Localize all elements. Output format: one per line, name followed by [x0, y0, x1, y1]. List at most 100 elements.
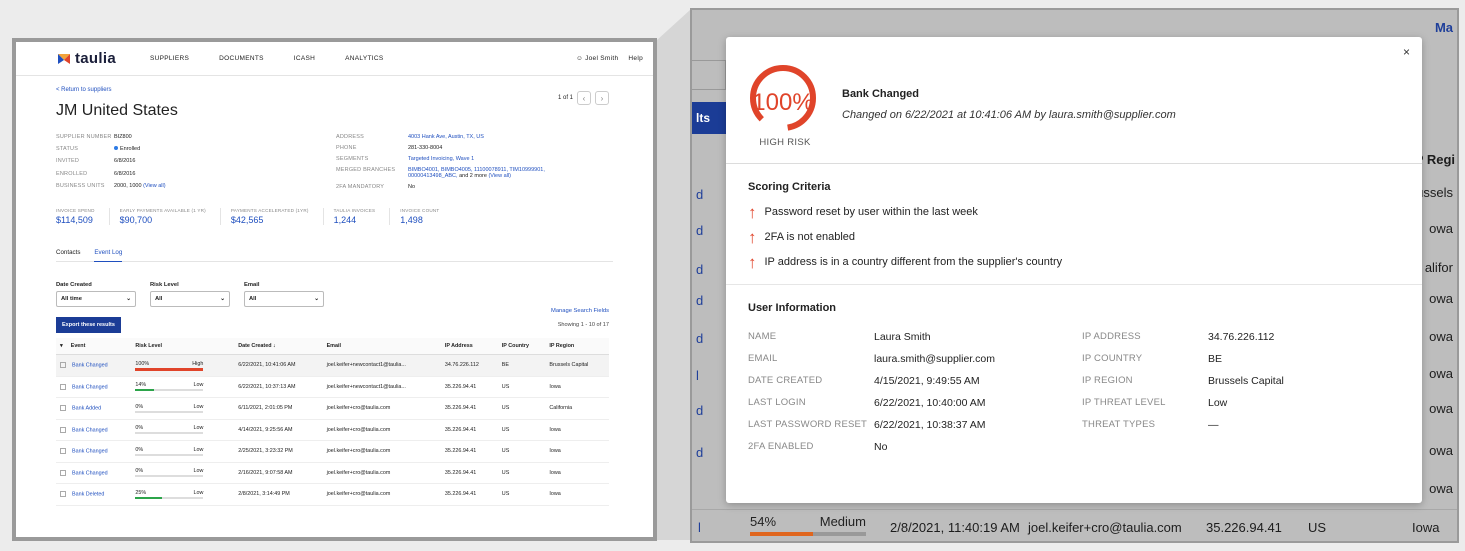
bg-event-link[interactable]: d	[696, 445, 703, 460]
prev-page-button[interactable]: ‹	[577, 91, 591, 105]
risk-score: 100%	[752, 89, 814, 116]
row-checkbox[interactable]	[60, 362, 66, 369]
col-email[interactable]: Email	[322, 338, 441, 355]
nav-suppliers[interactable]: SUPPLIERS	[150, 55, 189, 62]
tab-contacts[interactable]: Contacts	[56, 249, 80, 256]
event-link[interactable]: Bank Changed	[72, 427, 108, 433]
export-results-button[interactable]: Export these results	[56, 317, 121, 333]
table-row[interactable]: Bank Changed 14% Low 6/22/2021, 10:37:13 AM…	[56, 376, 609, 398]
taulia-logo[interactable]: taulia	[56, 50, 116, 67]
bg-select[interactable]	[692, 60, 726, 90]
user-info-value: Laura Smith	[874, 331, 931, 343]
table-row[interactable]: Bank Added 0% Low 6/11/2021, 2:01:05 PM joel…	[56, 397, 609, 420]
event-link[interactable]: Bank Changed	[72, 470, 108, 476]
stat-payments-accelerated: PAYMENTS ACCELERATED (1YR) $42,565	[231, 208, 324, 225]
email-select[interactable]: All ⌄	[244, 291, 324, 307]
row-checkbox[interactable]	[60, 405, 66, 412]
risk-level-select[interactable]: All ⌄	[150, 291, 230, 307]
row-checkbox[interactable]	[60, 448, 66, 455]
view-all-branches-link[interactable]: (View all)	[488, 173, 511, 179]
stat-value: $114,509	[56, 215, 93, 225]
user-info-label: THREAT TYPES	[1082, 419, 1156, 430]
event-link[interactable]: Bank Changed	[72, 384, 108, 390]
bg-event-link[interactable]: l	[698, 520, 701, 535]
supplier-page-screenshot: taulia SUPPLIERS DOCUMENTS ICASH ANALYTI…	[12, 38, 657, 541]
table-row[interactable]: Bank Changed 100% High 6/22/2021, 10:41:06 …	[56, 354, 609, 377]
stat-label: EARLY PAYMENTS AVAILABLE (1 YR)	[119, 208, 206, 213]
event-link[interactable]: Bank Deleted	[72, 491, 104, 497]
stat-value: $90,700	[119, 215, 153, 225]
return-to-suppliers-link[interactable]: < Return to suppliers	[56, 87, 613, 93]
field-label: INVITED	[56, 158, 80, 165]
manage-search-fields-link[interactable]: Manage Search Fields	[551, 308, 609, 314]
showing-count: Showing 1 - 10 of 17	[557, 322, 609, 328]
bg-event-link[interactable]: d	[696, 331, 703, 346]
user-info-grid: NAME Laura Smith IP ADDRESS 34.76.226.112 EM…	[748, 331, 1422, 453]
col-ip-country[interactable]: IP Country	[497, 338, 546, 355]
risk-track	[135, 410, 204, 413]
stat-value: 1,498	[400, 215, 423, 225]
segments-link[interactable]: Targeted Invoicing, Wave 1	[408, 156, 576, 162]
nav-icash[interactable]: ICASH	[294, 55, 315, 62]
table-row[interactable]: Bank Changed 0% Low 4/14/2021, 9:25:56 AM jo…	[56, 419, 609, 441]
select-value: All	[155, 296, 163, 302]
address-link[interactable]: 4003 Hank Ave, Austin, TX, US	[408, 134, 576, 140]
date-created-select[interactable]: All time ⌄	[56, 291, 136, 307]
nav-documents[interactable]: DOCUMENTS	[219, 55, 264, 62]
merged-branches: BIMBO4001, BIMBO4005, 11100078911, TIM10…	[408, 167, 576, 179]
country-cell: US	[497, 376, 546, 398]
bg-export-button[interactable]: lts	[692, 102, 728, 134]
risk-level: High	[192, 360, 204, 367]
bg-event-link[interactable]: d	[696, 187, 703, 202]
row-checkbox[interactable]	[60, 426, 66, 433]
row-checkbox[interactable]	[60, 491, 66, 498]
table-row[interactable]: Bank Changed 0% Low 2/16/2021, 9:07:58 AM jo…	[56, 462, 609, 484]
bg-region-cell: owa	[1429, 291, 1453, 306]
stat-label: PAYMENTS ACCELERATED (1YR)	[230, 208, 309, 213]
email-cell: joel.keifer+cro@taulia.com	[322, 462, 441, 484]
row-checkbox[interactable]	[60, 469, 66, 476]
bg-event-link[interactable]: d	[696, 223, 703, 238]
risk-meter: 0% Low	[135, 425, 204, 435]
country-cell: US	[497, 419, 546, 441]
view-all-units-link[interactable]: (View all)	[143, 183, 166, 189]
col-risk-level[interactable]: Risk Level	[131, 338, 235, 355]
select-value: All time	[61, 296, 82, 302]
enrolled-date: 6/8/2016	[114, 170, 136, 177]
filter-risk-level: Risk Level All ⌄	[150, 282, 230, 307]
help-link[interactable]: Help	[628, 55, 643, 62]
user-info-value: BE	[1208, 353, 1223, 365]
ip-cell: 35.226.94.41	[440, 376, 498, 398]
caret-down-icon: ▾	[60, 343, 63, 349]
col-date-created[interactable]: Date Created ↓	[234, 338, 323, 355]
risk-level: Low	[193, 425, 204, 432]
bg-event-link[interactable]: l	[696, 368, 699, 383]
country-cell: US	[497, 483, 546, 506]
user-menu[interactable]: ☺ Joel Smith	[576, 55, 618, 62]
event-link[interactable]: Bank Changed	[72, 362, 108, 368]
table-row[interactable]: Bank Changed 0% Low 2/25/2021, 3:23:32 PM jo…	[56, 440, 609, 463]
event-cell: Bank Changed	[56, 419, 132, 441]
col-ip-region[interactable]: IP Region	[545, 338, 609, 355]
bg-manage-link[interactable]: Ma	[1435, 20, 1453, 35]
table-header-row: ▾ Event Risk Level Date Created ↓ Email I…	[56, 338, 609, 355]
nav-analytics[interactable]: ANALYTICS	[345, 55, 383, 62]
user-info-value: 6/22/2021, 10:38:37 AM	[874, 419, 986, 431]
event-link[interactable]: Bank Changed	[72, 448, 108, 454]
bg-event-link[interactable]: d	[696, 403, 703, 418]
bg-event-link[interactable]: d	[696, 293, 703, 308]
criteria-item: ↑ 2FA is not enabled	[748, 229, 1422, 246]
user-info-label: LAST LOGIN	[748, 397, 806, 408]
col-ip-address[interactable]: IP Address	[440, 338, 498, 355]
tab-event-log[interactable]: Event Log	[94, 249, 123, 262]
ip-cell: 35.226.94.41	[440, 397, 498, 420]
row-checkbox[interactable]	[60, 383, 66, 390]
export-row: Export these results Showing 1 - 10 of 1…	[56, 317, 613, 333]
col-event[interactable]: ▾ Event	[56, 338, 132, 355]
bg-event-link[interactable]: d	[696, 262, 703, 277]
table-row[interactable]: Bank Deleted 25% Low 2/8/2021, 3:14:49 PM jo…	[56, 483, 609, 506]
field-label: SEGMENTS	[336, 156, 369, 162]
next-page-button[interactable]: ›	[595, 91, 609, 105]
date-cell: 2/16/2021, 9:07:58 AM	[234, 462, 323, 484]
event-link[interactable]: Bank Added	[72, 405, 101, 411]
